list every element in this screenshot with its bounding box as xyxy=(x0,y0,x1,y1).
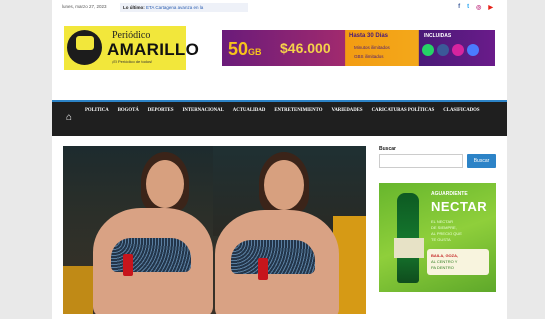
main-nav: ⌂ POLITICA BOGOTÁ DEPORTES INTERNACIONAL… xyxy=(52,100,507,136)
logo-tagline: ¡El Periódico de todos! xyxy=(112,59,153,64)
featured-image[interactable] xyxy=(63,146,366,314)
facebook-icon[interactable]: f xyxy=(458,4,460,11)
search-label: Buscar xyxy=(379,146,396,152)
sidebar-ad[interactable]: AGUARDIENTE NECTAR EL NECTAR DE SIEMPRE,… xyxy=(379,183,496,292)
whatsapp-icon xyxy=(422,44,434,56)
ad-title: NECTAR xyxy=(431,199,488,214)
ad-app-icons xyxy=(422,44,479,56)
ad-gb-unit: GB xyxy=(248,47,262,57)
ad-gb-amount: 50GB xyxy=(228,39,262,60)
ad-bottle-label xyxy=(394,238,424,258)
nav-item-bogota[interactable]: BOGOTÁ xyxy=(118,108,139,113)
nav-item-variedades[interactable]: VARIEDADES xyxy=(331,108,362,113)
nav-menu: POLITICA BOGOTÁ DEPORTES INTERNACIONAL A… xyxy=(85,108,500,113)
nav-item-politica[interactable]: POLITICA xyxy=(85,108,109,113)
ad-line-4: TE GUSTA xyxy=(431,237,451,242)
photo-head-left xyxy=(146,160,184,208)
nav-item-actualidad[interactable]: ACTUALIDAD xyxy=(233,108,266,113)
logo-main-text: AMARILLO xyxy=(107,40,200,59)
photo-can-right xyxy=(258,258,268,280)
ticker-label: Lo último: xyxy=(123,5,145,10)
photo-can-left xyxy=(123,254,133,276)
top-bar: lunes, marzo 27, 2023 Lo último: ETA Car… xyxy=(52,0,507,16)
ad-copy: EL NECTAR DE SIEMPRE, AL PRECIO QUE TE G… xyxy=(431,219,491,243)
ad-minutes: Minutos ilimitados xyxy=(354,45,390,50)
site-logo[interactable]: Periódico AMARILLO ¡El Periódico de todo… xyxy=(64,26,199,70)
ad-included-label: INCLUIDAS xyxy=(424,33,452,39)
search-input[interactable] xyxy=(379,154,463,168)
date-label: lunes, marzo 27, 2023 xyxy=(62,4,107,9)
ad-highlight-text: BAILA, GOZA, AL CENTRO Y PA DENTRO xyxy=(431,253,491,271)
photo-chair-left xyxy=(63,266,93,314)
news-ticker[interactable]: Lo último: ETA Cartagena avanza en la xyxy=(120,3,248,12)
ticker-link[interactable]: ETA Cartagena avanza en la xyxy=(146,5,203,10)
ad-price: $46.000 xyxy=(280,40,331,56)
instagram-icon[interactable]: ◎ xyxy=(476,4,481,11)
header-ad-banner[interactable]: 50GB $46.000 Hasta 30 Días Minutos ilimi… xyxy=(222,30,495,66)
ad-gbs: GBS ilimitados xyxy=(354,54,384,59)
photo-swimsuit-right xyxy=(231,240,315,274)
facebook-icon xyxy=(437,44,449,56)
ad-brand: AGUARDIENTE xyxy=(431,191,468,197)
page: lunes, marzo 27, 2023 Lo último: ETA Car… xyxy=(52,0,507,319)
ad-highlight-box: BAILA, GOZA, AL CENTRO Y PA DENTRO xyxy=(427,249,489,275)
home-icon[interactable]: ⌂ xyxy=(66,112,72,123)
nav-item-internacional[interactable]: INTERNACIONAL xyxy=(182,108,223,113)
nav-item-deportes[interactable]: DEPORTES xyxy=(148,108,174,113)
ad-gb-value: 50 xyxy=(228,39,249,59)
messenger-icon xyxy=(467,44,479,56)
ad-line-7: PA DENTRO xyxy=(431,265,454,270)
youtube-icon[interactable]: ▶ xyxy=(488,4,493,11)
twitter-icon[interactable]: t xyxy=(467,4,469,11)
search-button[interactable]: Buscar xyxy=(467,154,496,168)
ad-duration: Hasta 30 Días xyxy=(349,33,389,39)
logo-emblem xyxy=(67,30,102,65)
nav-item-caricaturas[interactable]: CARICATURAS POLÍTICAS xyxy=(372,108,435,113)
site-header: Periódico AMARILLO ¡El Periódico de todo… xyxy=(52,16,507,100)
photo-head-right xyxy=(264,160,304,210)
nav-item-clasificados[interactable]: CLASIFICADOS xyxy=(443,108,479,113)
instagram-icon xyxy=(452,44,464,56)
social-links: f t ◎ ▶ xyxy=(458,4,493,11)
nav-item-entretenimiento[interactable]: ENTRETENIMIENTO xyxy=(274,108,322,113)
